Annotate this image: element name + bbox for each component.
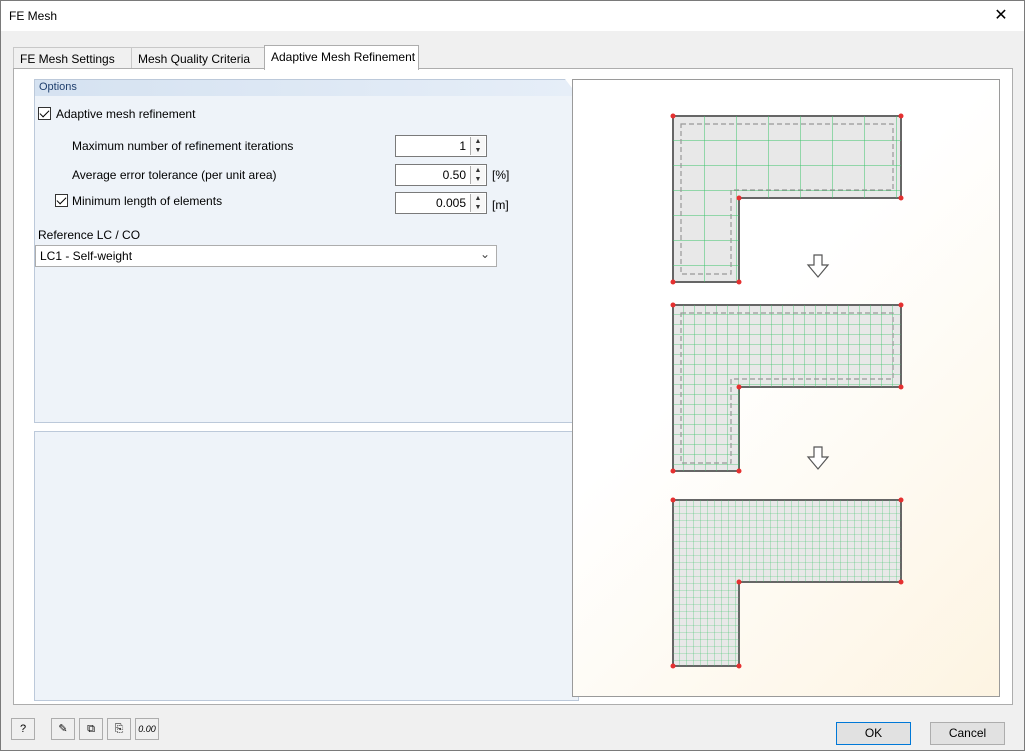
spin-down-icon[interactable]: ▼ bbox=[471, 146, 485, 155]
mesh-stage-final bbox=[670, 497, 904, 669]
avg-error-value: 0.50 bbox=[442, 168, 466, 182]
reference-lc-select[interactable]: LC1 - Self-weight ⌄ bbox=[35, 245, 497, 267]
adaptive-mesh-refinement-checkbox[interactable] bbox=[38, 107, 51, 120]
help-icon[interactable]: ? bbox=[11, 718, 35, 740]
tab-fe-mesh-settings[interactable]: FE Mesh Settings bbox=[13, 47, 132, 69]
reference-lc-label: Reference LC / CO bbox=[38, 228, 141, 242]
min-length-label: Minimum length of elements bbox=[72, 194, 223, 208]
title-bar: FE Mesh ✕ bbox=[1, 1, 1024, 31]
max-iterations-value: 1 bbox=[459, 139, 466, 153]
edit-icon[interactable]: ✎ bbox=[51, 718, 75, 740]
copy-icon[interactable]: ⧉ bbox=[79, 718, 103, 740]
fe-mesh-dialog: FE Mesh ✕ FE Mesh Settings Mesh Quality … bbox=[0, 0, 1025, 751]
decimals-icon[interactable]: 0.00 bbox=[135, 718, 159, 740]
avg-error-spinner[interactable]: 0.50 ▲ ▼ bbox=[395, 164, 487, 186]
tab-adaptive-mesh-refinement[interactable]: Adaptive Mesh Refinement bbox=[264, 45, 419, 70]
max-iterations-arrows[interactable]: ▲ ▼ bbox=[470, 137, 485, 155]
mesh-preview-image bbox=[670, 113, 904, 669]
spin-down-icon[interactable]: ▼ bbox=[471, 203, 485, 212]
description-panel bbox=[34, 431, 579, 701]
min-length-value: 0.005 bbox=[435, 196, 466, 210]
spin-down-icon[interactable]: ▼ bbox=[471, 175, 485, 184]
paste-icon[interactable]: ⎘ bbox=[107, 718, 131, 740]
min-length-unit: [m] bbox=[492, 198, 509, 212]
avg-error-arrows[interactable]: ▲ ▼ bbox=[470, 166, 485, 184]
min-length-spinner[interactable]: 0.005 ▲ ▼ bbox=[395, 192, 487, 214]
reference-lc-value: LC1 - Self-weight bbox=[40, 249, 133, 263]
chevron-down-icon: ⌄ bbox=[479, 247, 490, 261]
close-button[interactable]: ✕ bbox=[986, 5, 1016, 27]
options-header: Options bbox=[35, 80, 578, 96]
tab-content: Options Adaptive mesh refinement Maximum… bbox=[13, 68, 1013, 705]
avg-error-label: Average error tolerance (per unit area) bbox=[72, 168, 277, 182]
spin-up-icon[interactable]: ▲ bbox=[471, 137, 485, 146]
cancel-button[interactable]: Cancel bbox=[930, 722, 1005, 745]
down-arrow-icon bbox=[806, 254, 830, 278]
max-iterations-label: Maximum number of refinement iterations bbox=[72, 139, 294, 153]
spin-up-icon[interactable]: ▲ bbox=[471, 194, 485, 203]
ok-button[interactable]: OK bbox=[836, 722, 911, 745]
spin-up-icon[interactable]: ▲ bbox=[471, 166, 485, 175]
min-length-arrows[interactable]: ▲ ▼ bbox=[470, 194, 485, 212]
mesh-stage-refined bbox=[670, 302, 904, 474]
max-iterations-spinner[interactable]: 1 ▲ ▼ bbox=[395, 135, 487, 157]
min-length-checkbox[interactable] bbox=[55, 194, 68, 207]
adaptive-mesh-refinement-label: Adaptive mesh refinement bbox=[56, 107, 196, 121]
mesh-refinement-preview bbox=[572, 79, 1000, 697]
window-title: FE Mesh bbox=[9, 9, 58, 23]
footer-toolbar: ? ✎ ⧉ ⎘ 0.00 OK Cancel bbox=[1, 713, 1024, 749]
tab-mesh-quality-criteria[interactable]: Mesh Quality Criteria bbox=[131, 47, 265, 69]
mesh-stage-coarse bbox=[670, 113, 904, 285]
down-arrow-icon bbox=[806, 446, 830, 470]
avg-error-unit: [%] bbox=[492, 168, 510, 182]
options-panel: Options Adaptive mesh refinement Maximum… bbox=[34, 79, 579, 423]
